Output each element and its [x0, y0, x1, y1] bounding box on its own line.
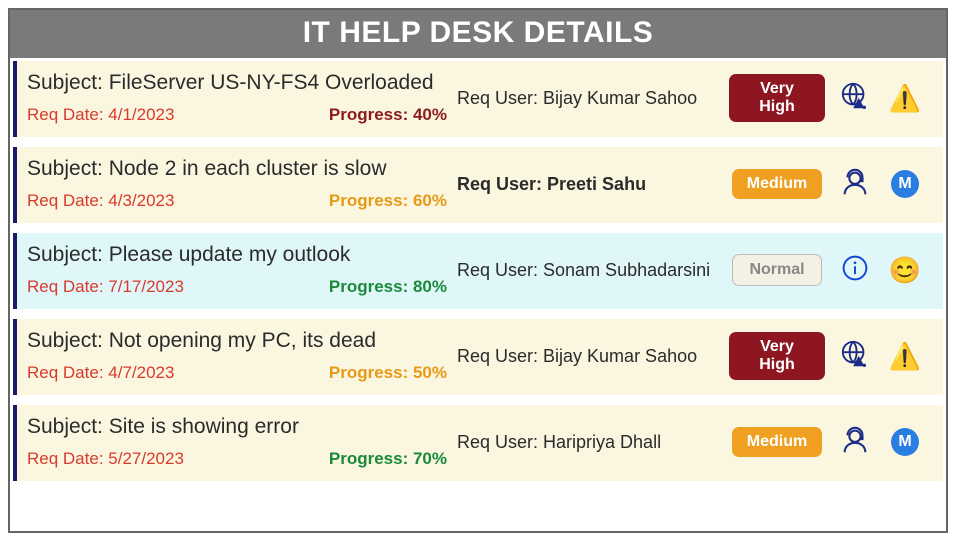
priority-col: Very High: [729, 332, 825, 380]
letter-m-icon: M: [891, 170, 919, 198]
ticket-subject: Subject: Site is showing error: [27, 415, 447, 439]
ticket-left: Subject: Please update my outlook Req Dat…: [27, 243, 447, 297]
warning-icon: ⚠️: [889, 343, 921, 369]
ticket-subject: Subject: FileServer US-NY-FS4 Overloaded: [27, 71, 447, 95]
category-icon-slot[interactable]: [835, 339, 875, 374]
progress: Progress: 80%: [329, 277, 447, 297]
app-window: IT HELP DESK DETAILS Subject: FileServer…: [8, 8, 948, 533]
ticket-subject: Subject: Please update my outlook: [27, 243, 447, 267]
ticket-row[interactable]: Subject: FileServer US-NY-FS4 Overloaded…: [13, 61, 943, 137]
progress: Progress: 70%: [329, 449, 447, 469]
ticket-list[interactable]: Subject: FileServer US-NY-FS4 Overloaded…: [10, 58, 946, 531]
ticket-left: Subject: Not opening my PC, its dead Req …: [27, 329, 447, 383]
priority-badge[interactable]: Medium: [732, 427, 822, 457]
ticket-meta-row: Req Date: 5/27/2023 Progress: 70%: [27, 449, 447, 469]
req-date: Req Date: 4/1/2023: [27, 105, 174, 125]
ticket-left: Subject: Node 2 in each cluster is slow R…: [27, 157, 447, 211]
ticket-left: Subject: Site is showing error Req Date: …: [27, 415, 447, 469]
smile-icon: 😊: [889, 257, 921, 283]
ticket-left: Subject: FileServer US-NY-FS4 Overloaded…: [27, 71, 447, 125]
status-icon-slot[interactable]: ⚠️: [885, 343, 925, 369]
ticket-meta-row: Req Date: 4/3/2023 Progress: 60%: [27, 191, 447, 211]
status-icon-slot[interactable]: 😊: [885, 257, 925, 283]
page-title: IT HELP DESK DETAILS: [10, 10, 946, 58]
ticket-row[interactable]: Subject: Node 2 in each cluster is slow R…: [13, 147, 943, 223]
category-icon-slot[interactable]: [835, 425, 875, 460]
info-icon: [841, 254, 869, 287]
req-user: Req User: Sonam Subhadarsini: [457, 260, 719, 281]
req-date: Req Date: 4/3/2023: [27, 191, 174, 211]
priority-col: Medium: [729, 427, 825, 457]
req-user: Req User: Bijay Kumar Sahoo: [457, 88, 719, 109]
warning-icon: ⚠️: [889, 85, 921, 111]
req-date: Req Date: 4/7/2023: [27, 363, 174, 383]
ticket-row[interactable]: Subject: Not opening my PC, its dead Req …: [13, 319, 943, 395]
priority-badge[interactable]: Normal: [732, 254, 822, 286]
status-icon-slot[interactable]: M: [885, 170, 925, 198]
ticket-row[interactable]: Subject: Site is showing error Req Date: …: [13, 405, 943, 481]
req-user: Req User: Haripriya Dhall: [457, 432, 719, 453]
priority-badge[interactable]: Very High: [729, 74, 825, 122]
ticket-meta-row: Req Date: 4/1/2023 Progress: 40%: [27, 105, 447, 125]
priority-badge[interactable]: Medium: [732, 169, 822, 199]
ticket-subject: Subject: Not opening my PC, its dead: [27, 329, 447, 353]
agent-icon: [840, 167, 870, 202]
agent-icon: [840, 425, 870, 460]
category-icon-slot[interactable]: [835, 81, 875, 116]
globe-alert-icon: [840, 81, 870, 116]
category-icon-slot[interactable]: [835, 167, 875, 202]
letter-m-icon: M: [891, 428, 919, 456]
progress: Progress: 60%: [329, 191, 447, 211]
progress: Progress: 50%: [329, 363, 447, 383]
priority-col: Medium: [729, 169, 825, 199]
req-date: Req Date: 7/17/2023: [27, 277, 184, 297]
ticket-subject: Subject: Node 2 in each cluster is slow: [27, 157, 447, 181]
priority-col: Normal: [729, 254, 825, 286]
globe-alert-icon: [840, 339, 870, 374]
req-user: Req User: Bijay Kumar Sahoo: [457, 346, 719, 367]
ticket-row[interactable]: Subject: Please update my outlook Req Dat…: [13, 233, 943, 309]
category-icon-slot[interactable]: [835, 254, 875, 287]
priority-badge[interactable]: Very High: [729, 332, 825, 380]
priority-col: Very High: [729, 74, 825, 122]
status-icon-slot[interactable]: M: [885, 428, 925, 456]
progress: Progress: 40%: [329, 105, 447, 125]
status-icon-slot[interactable]: ⚠️: [885, 85, 925, 111]
ticket-meta-row: Req Date: 4/7/2023 Progress: 50%: [27, 363, 447, 383]
ticket-meta-row: Req Date: 7/17/2023 Progress: 80%: [27, 277, 447, 297]
req-date: Req Date: 5/27/2023: [27, 449, 184, 469]
req-user: Req User: Preeti Sahu: [457, 174, 719, 195]
